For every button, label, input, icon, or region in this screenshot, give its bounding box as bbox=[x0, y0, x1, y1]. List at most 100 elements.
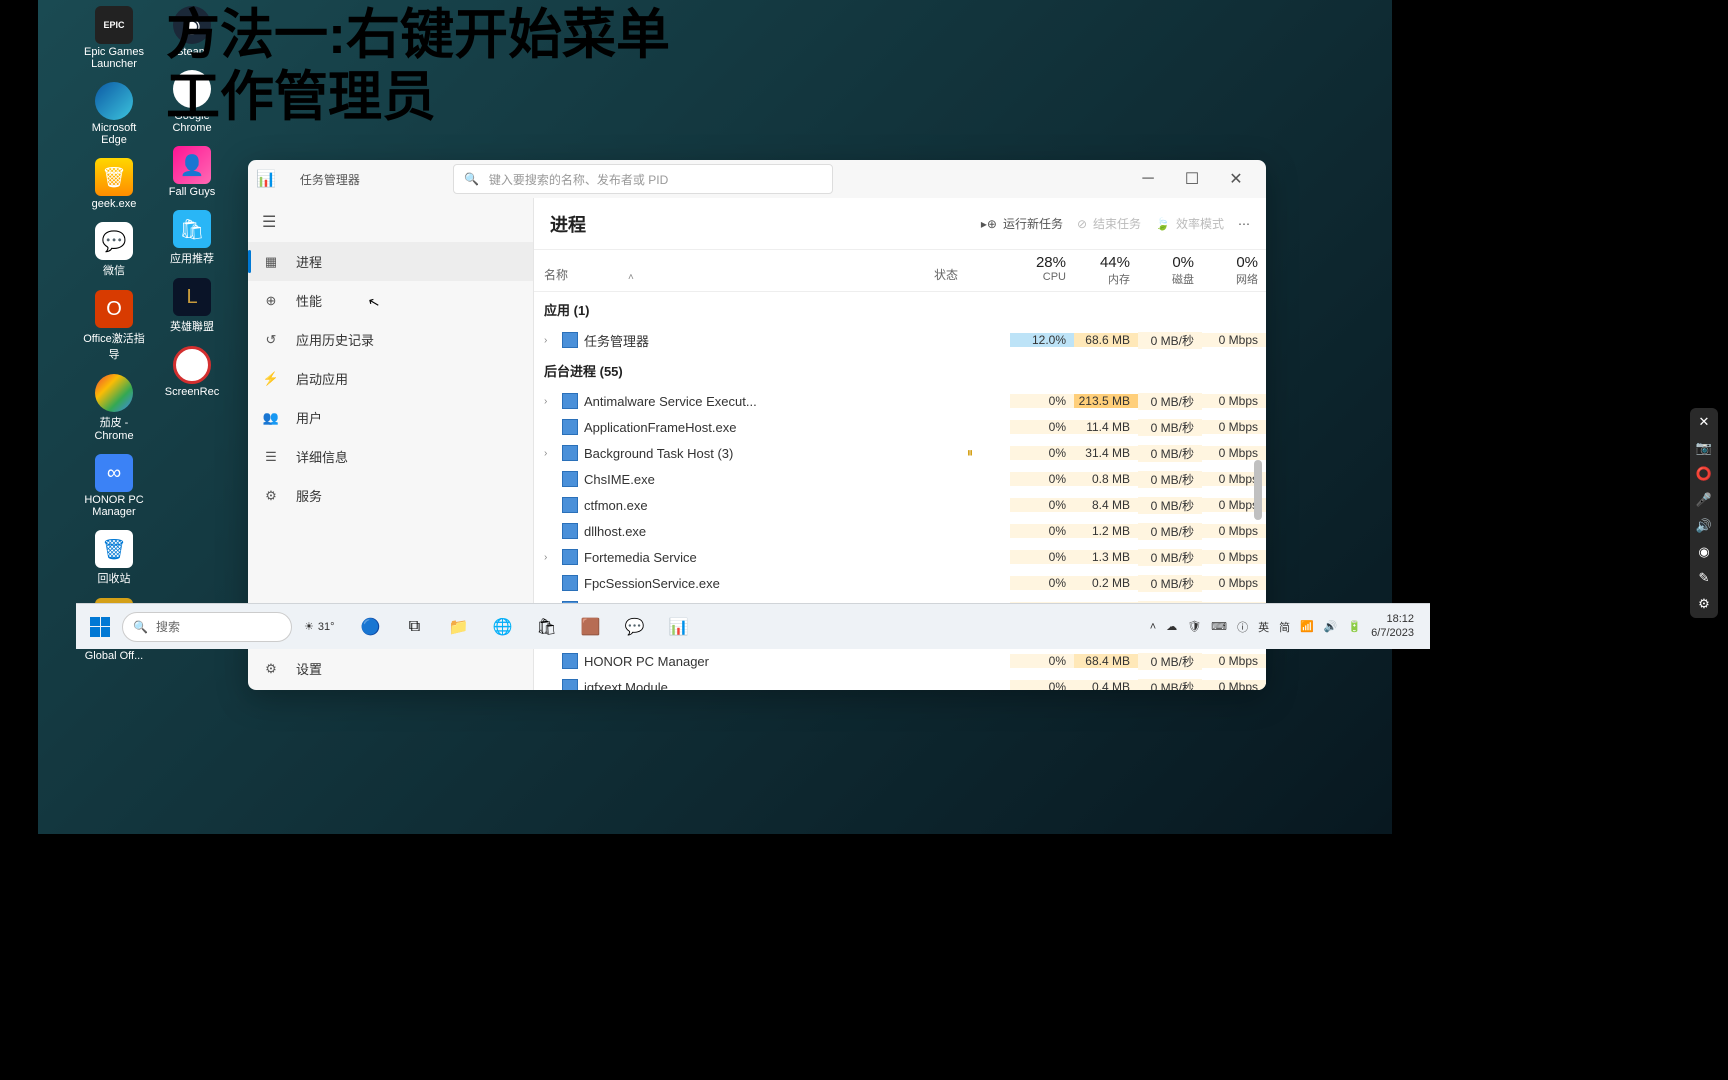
camera-icon[interactable]: 📷 bbox=[1696, 440, 1712, 456]
cpu-cell: 0% bbox=[1010, 524, 1074, 538]
keyboard-icon[interactable]: ⌨ bbox=[1211, 620, 1227, 633]
desktop-icon[interactable]: 👤Fall Guys bbox=[160, 146, 224, 198]
taskbar-app-game[interactable]: 🟫 bbox=[571, 607, 611, 647]
desktop-icon[interactable]: L英雄聯盟 bbox=[160, 278, 224, 334]
clock[interactable]: 18:12 6/7/2023 bbox=[1371, 613, 1414, 639]
desktop-icon[interactable]: 💬微信 bbox=[82, 222, 146, 278]
net-cell: 0 Mbps bbox=[1202, 654, 1266, 668]
chevron-right-icon[interactable]: › bbox=[544, 335, 556, 346]
table-row[interactable]: ›任务管理器 12.0% 68.6 MB 0 MB/秒 0 Mbps bbox=[534, 327, 1266, 353]
maximize-button[interactable]: ☐ bbox=[1170, 164, 1214, 194]
pencil-icon[interactable]: ✎ bbox=[1699, 570, 1710, 586]
cpu-cell: 0% bbox=[1010, 420, 1074, 434]
disk-cell: 0 MB/秒 bbox=[1138, 575, 1202, 592]
tray-icon[interactable]: ⓘ bbox=[1237, 619, 1248, 635]
mem-cell: 0.4 MB bbox=[1074, 680, 1138, 690]
process-icon bbox=[562, 549, 578, 565]
desktop-icon[interactable]: Microsoft Edge bbox=[82, 82, 146, 146]
nav-label: 用户 bbox=[296, 408, 322, 427]
record-icon[interactable]: ⭕ bbox=[1696, 466, 1712, 482]
chevron-right-icon[interactable]: › bbox=[544, 448, 556, 459]
mem-cell: 68.4 MB bbox=[1074, 654, 1138, 668]
net-cell: 0 Mbps bbox=[1202, 446, 1266, 460]
end-task-button[interactable]: ⊘ 结束任务 bbox=[1077, 215, 1141, 232]
wifi-icon[interactable]: 📶 bbox=[1300, 620, 1314, 633]
table-row[interactable]: ChsIME.exe 0% 0.8 MB 0 MB/秒 0 Mbps bbox=[534, 466, 1266, 492]
chevron-up-icon[interactable]: ˄ bbox=[1150, 621, 1156, 633]
run-task-button[interactable]: ▸⊕ 运行新任务 bbox=[981, 215, 1063, 232]
desktop-icon[interactable]: ∞HONOR PC Manager bbox=[82, 454, 146, 518]
system-tray[interactable]: ˄ ☁ 🛡 ⌨ ⓘ 英 简 📶 🔊 🔋 18:12 6/7/2023 bbox=[1150, 613, 1424, 639]
ime-lang[interactable]: 英 bbox=[1258, 619, 1269, 635]
hamburger-icon[interactable]: ☰ bbox=[248, 202, 533, 242]
start-button[interactable] bbox=[82, 609, 118, 645]
overlay-line1: 方法一:右键开始菜单 bbox=[166, 4, 670, 66]
net-cell: 0 Mbps bbox=[1202, 576, 1266, 590]
chevron-right-icon[interactable]: › bbox=[544, 396, 556, 407]
table-row[interactable]: ApplicationFrameHost.exe 0% 11.4 MB 0 MB… bbox=[534, 414, 1266, 440]
sidebar-item[interactable]: ⚙服务 bbox=[248, 476, 533, 515]
weather-widget[interactable]: ☀31° bbox=[296, 620, 343, 633]
speaker-icon[interactable]: 🔊 bbox=[1696, 518, 1712, 534]
letterbox-bottom bbox=[38, 834, 1392, 1080]
nav-label: 详细信息 bbox=[296, 447, 348, 466]
taskbar-app-explorer[interactable]: 📁 bbox=[439, 607, 479, 647]
minimize-button[interactable]: ─ bbox=[1126, 164, 1170, 194]
table-row[interactable]: igfxext Module 0% 0.4 MB 0 MB/秒 0 Mbps bbox=[534, 674, 1266, 690]
taskbar-app-wechat[interactable]: 💬 bbox=[615, 607, 655, 647]
desktop-icon[interactable]: EPICEpic Games Launcher bbox=[82, 6, 146, 70]
desktop-icon[interactable]: 🛍应用推荐 bbox=[160, 210, 224, 266]
sidebar-item[interactable]: ↺应用历史记录 bbox=[248, 320, 533, 359]
table-row[interactable]: ›Antimalware Service Execut... 0% 213.5 … bbox=[534, 388, 1266, 414]
more-button[interactable]: ⋯ bbox=[1238, 217, 1250, 231]
taskbar-app-copilot[interactable]: 🔵 bbox=[351, 607, 391, 647]
disk-cell: 0 MB/秒 bbox=[1138, 471, 1202, 488]
volume-icon[interactable]: 🔊 bbox=[1324, 620, 1338, 633]
search-input[interactable]: 🔍 键入要搜索的名称、发布者或 PID bbox=[453, 164, 833, 194]
sidebar-item[interactable]: ⊕性能 bbox=[248, 281, 533, 320]
table-row[interactable]: dllhost.exe 0% 1.2 MB 0 MB/秒 0 Mbps bbox=[534, 518, 1266, 544]
settings-icon[interactable]: ⚙ bbox=[1698, 596, 1710, 612]
settings-button[interactable]: ⚙ 设置 bbox=[248, 647, 533, 690]
sidebar-item[interactable]: 👥用户 bbox=[248, 398, 533, 437]
desktop-icon[interactable]: 🗑geek.exe bbox=[82, 158, 146, 210]
battery-icon[interactable]: 🔋 bbox=[1347, 620, 1361, 633]
efficiency-button[interactable]: 🍃 效率模式 bbox=[1155, 215, 1224, 232]
sidebar-item[interactable]: ▦进程 bbox=[248, 242, 533, 281]
webcam-icon[interactable]: ◉ bbox=[1698, 544, 1709, 560]
group-header: 后台进程 (55) bbox=[534, 353, 1266, 388]
rec-icon[interactable]: ✕ bbox=[1699, 414, 1710, 430]
app-icon: 💬 bbox=[95, 222, 133, 260]
mem-cell: 68.6 MB bbox=[1074, 333, 1138, 347]
desktop-icon[interactable]: 茄皮 - Chrome bbox=[82, 374, 146, 442]
table-row[interactable]: ›Background Task Host (3) ⏸ 0% 31.4 MB 0… bbox=[534, 440, 1266, 466]
titlebar[interactable]: 📊 任务管理器 🔍 键入要搜索的名称、发布者或 PID ─ ☐ ✕ bbox=[248, 160, 1266, 198]
process-name: Antimalware Service Execut... bbox=[584, 394, 757, 409]
scrollbar[interactable] bbox=[1254, 460, 1262, 520]
nav-icon: ↺ bbox=[262, 332, 280, 348]
process-name: HONOR PC Manager bbox=[584, 654, 709, 669]
taskbar-app-store[interactable]: 🛍 bbox=[527, 607, 567, 647]
close-button[interactable]: ✕ bbox=[1214, 164, 1258, 194]
taskbar-app-taskmgr[interactable]: 📊 bbox=[659, 607, 699, 647]
desktop-icon[interactable]: 🗑回收站 bbox=[82, 530, 146, 586]
screen-recorder-toolbar[interactable]: ✕ 📷 ⭕ 🎤 🔊 ◉ ✎ ⚙ bbox=[1690, 408, 1718, 618]
taskbar-app-edge[interactable]: 🌐 bbox=[483, 607, 523, 647]
taskbar-search[interactable]: 🔍搜索 bbox=[122, 612, 292, 642]
security-icon[interactable]: 🛡 bbox=[1187, 620, 1201, 633]
taskbar-app-taskview[interactable]: ⧉ bbox=[395, 607, 435, 647]
column-headers[interactable]: 名称˄ 状态 28%CPU 44%内存 0%磁盘 0%网络 bbox=[534, 250, 1266, 292]
table-row[interactable]: ›Fortemedia Service 0% 1.3 MB 0 MB/秒 0 M… bbox=[534, 544, 1266, 570]
ime-mode[interactable]: 简 bbox=[1279, 619, 1290, 635]
table-row[interactable]: ctfmon.exe 0% 8.4 MB 0 MB/秒 0 Mbps bbox=[534, 492, 1266, 518]
table-row[interactable]: FpcSessionService.exe 0% 0.2 MB 0 MB/秒 0… bbox=[534, 570, 1266, 596]
table-row[interactable]: HONOR PC Manager 0% 68.4 MB 0 MB/秒 0 Mbp… bbox=[534, 648, 1266, 674]
cpu-cell: 0% bbox=[1010, 576, 1074, 590]
sidebar-item[interactable]: ☰详细信息 bbox=[248, 437, 533, 476]
mic-icon[interactable]: 🎤 bbox=[1696, 492, 1712, 508]
chevron-right-icon[interactable]: › bbox=[544, 552, 556, 563]
desktop-icon[interactable]: OOffice激活指导 bbox=[82, 290, 146, 362]
onedrive-icon[interactable]: ☁ bbox=[1166, 620, 1177, 633]
desktop-icon[interactable]: ScreenRec bbox=[160, 346, 224, 398]
sidebar-item[interactable]: ⚡启动应用 bbox=[248, 359, 533, 398]
